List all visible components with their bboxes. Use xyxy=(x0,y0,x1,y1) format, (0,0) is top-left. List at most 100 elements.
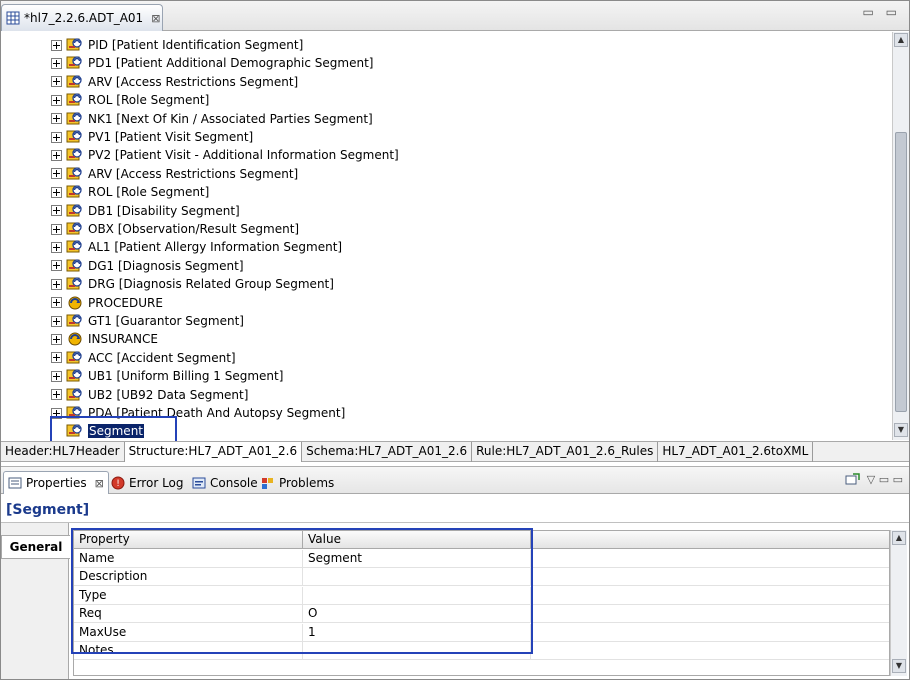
segment-icon xyxy=(66,56,82,69)
expand-plus-icon[interactable] xyxy=(51,131,62,143)
tree-item-label: ARV [Access Restrictions Segment] xyxy=(88,74,299,89)
tree-item-label: ACC [Accident Segment] xyxy=(88,350,236,365)
close-icon[interactable]: ⊠ xyxy=(95,477,104,490)
tree-item[interactable]: INSURANCE xyxy=(51,330,158,348)
tree-item[interactable]: PV1 [Patient Visit Segment] xyxy=(51,128,253,146)
tree-item-label: GT1 [Guarantor Segment] xyxy=(88,314,244,328)
tree-item[interactable]: ARV [Access Restrictions Segment] xyxy=(51,165,298,183)
properties-scrollbar[interactable]: ▲ ▼ xyxy=(890,530,907,676)
expand-plus-icon[interactable] xyxy=(51,113,62,125)
error-log-icon: ! xyxy=(111,476,125,489)
tab-general[interactable]: General xyxy=(1,535,70,559)
pin-icon[interactable] xyxy=(845,472,861,486)
properties-side-tabs: General xyxy=(1,523,70,679)
expand-plus-icon[interactable] xyxy=(51,149,62,161)
group-icon xyxy=(68,332,82,346)
view-tab-bar: Properties ⊠ ! Error Log Console Problem… xyxy=(1,466,909,494)
editor-tab-bar: *hl7_2.2.6.ADT_A01 ⊠ ▭ ▭ xyxy=(1,1,909,31)
tree-item[interactable]: ARV [Access Restrictions Segment] xyxy=(51,73,298,91)
close-icon[interactable]: ⊠ xyxy=(151,12,160,25)
expand-plus-icon[interactable] xyxy=(51,315,62,327)
tree-item-label: NK1 [Next Of Kin / Associated Parties Se… xyxy=(88,111,373,126)
tree-item-label: ROL [Role Segment] xyxy=(88,185,210,200)
expand-plus-icon[interactable] xyxy=(51,39,62,51)
tab-properties-label: Properties xyxy=(26,476,87,490)
tree-item-label: DG1 [Diagnosis Segment] xyxy=(88,258,244,273)
tab-properties[interactable]: Properties ⊠ xyxy=(3,471,109,494)
tree-item-label: ROL [Role Segment] xyxy=(88,93,210,108)
tree-item-label: PV1 [Patient Visit Segment] xyxy=(88,130,254,144)
page-tab[interactable]: Schema:HL7_ADT_A01_2.6 xyxy=(302,442,473,462)
view-controls: ▽ ▭ ▭ xyxy=(845,472,903,486)
tree-item-label: OBX [Observation/Result Segment] xyxy=(88,222,300,236)
tree-item[interactable]: PV2 [Patient Visit - Additional Informat… xyxy=(51,146,399,164)
expand-plus-icon[interactable] xyxy=(51,241,62,253)
expand-plus-icon[interactable] xyxy=(51,352,62,364)
expand-plus-icon[interactable] xyxy=(51,333,62,345)
tree-item[interactable]: DG1 [Diagnosis Segment] xyxy=(51,257,244,275)
page-tab[interactable]: Structure:HL7_ADT_A01_2.6 xyxy=(124,442,303,462)
expand-plus-icon[interactable] xyxy=(51,389,62,401)
expand-plus-icon[interactable] xyxy=(51,94,62,106)
tree-item[interactable]: DB1 [Disability Segment] xyxy=(51,202,240,220)
expand-plus-icon[interactable] xyxy=(51,278,62,290)
divider xyxy=(1,522,909,523)
segment-icon xyxy=(66,277,82,290)
segment-icon xyxy=(66,222,82,235)
tree-item-label: PV2 [Patient Visit - Additional Informat… xyxy=(88,148,399,163)
window-controls[interactable]: ▭ ▭ xyxy=(863,5,902,19)
tree-scrollbar[interactable]: ▲ ▼ xyxy=(892,32,909,440)
tree-item[interactable]: UB2 [UB92 Data Segment] xyxy=(51,386,248,404)
tree-item[interactable]: OBX [Observation/Result Segment] xyxy=(51,220,299,238)
tree-item[interactable]: PD1 [Patient Additional Demographic Segm… xyxy=(51,54,373,72)
tab-console[interactable]: Console xyxy=(188,471,262,494)
expand-plus-icon[interactable] xyxy=(51,370,62,382)
tree-item[interactable]: NK1 [Next Of Kin / Associated Parties Se… xyxy=(51,110,373,128)
tree-item[interactable]: DRG [Diagnosis Related Group Segment] xyxy=(51,275,334,293)
svg-text:!: ! xyxy=(116,479,120,489)
expand-plus-icon[interactable] xyxy=(51,205,62,217)
editor-tab[interactable]: *hl7_2.2.6.ADT_A01 ⊠ xyxy=(1,4,163,31)
tree-item[interactable]: ROL [Role Segment] xyxy=(51,91,209,109)
scroll-up-arrow-icon[interactable]: ▲ xyxy=(892,531,906,545)
expand-plus-icon[interactable] xyxy=(51,260,62,272)
tree-item-label: UB2 [UB92 Data Segment] xyxy=(88,387,249,402)
scroll-up-arrow-icon[interactable]: ▲ xyxy=(894,33,908,47)
structure-tree: PID [Patient Identification Segment] PD1 … xyxy=(1,32,892,440)
expand-plus-icon[interactable] xyxy=(51,57,62,69)
expand-plus-icon[interactable] xyxy=(51,76,62,88)
segment-icon xyxy=(66,75,82,88)
tab-problems[interactable]: Problems xyxy=(257,471,338,494)
expand-plus-icon[interactable] xyxy=(51,223,62,235)
segment-icon xyxy=(66,167,82,180)
page-tab[interactable]: HL7_ADT_A01_2.6toXML xyxy=(658,442,814,462)
page-tab[interactable]: Header:HL7Header xyxy=(1,442,125,462)
segment-icon xyxy=(66,351,82,364)
tree-item-label: PID [Patient Identification Segment] xyxy=(88,38,304,52)
tree-item-label: UB1 [Uniform Billing 1 Segment] xyxy=(88,369,284,384)
tree-item[interactable]: ACC [Accident Segment] xyxy=(51,349,236,367)
tree-item[interactable]: AL1 [Patient Allergy Information Segment… xyxy=(51,238,342,256)
segment-icon xyxy=(66,259,82,272)
view-menu-controls[interactable]: ▽ ▭ ▭ xyxy=(867,473,903,486)
expand-plus-icon[interactable] xyxy=(51,297,62,309)
tab-error-log[interactable]: ! Error Log xyxy=(107,471,188,494)
tree-item-label: DRG [Diagnosis Related Group Segment] xyxy=(88,277,334,292)
tree-item-label: ARV [Access Restrictions Segment] xyxy=(88,166,299,181)
tree-item[interactable]: PROCEDURE xyxy=(51,294,163,312)
expand-plus-icon[interactable] xyxy=(51,168,62,180)
scroll-down-arrow-icon[interactable]: ▼ xyxy=(892,659,906,673)
page-tab[interactable]: Rule:HL7_ADT_A01_2.6_Rules xyxy=(472,442,659,462)
tab-error-log-label: Error Log xyxy=(129,475,184,490)
tree-item[interactable]: GT1 [Guarantor Segment] xyxy=(51,312,244,330)
scroll-thumb[interactable] xyxy=(895,132,907,412)
tree-item[interactable]: PID [Patient Identification Segment] xyxy=(51,36,303,54)
scroll-down-arrow-icon[interactable]: ▼ xyxy=(894,423,908,437)
expand-plus-icon[interactable] xyxy=(51,186,62,198)
problems-icon xyxy=(262,477,273,489)
tree-item[interactable]: UB1 [Uniform Billing 1 Segment] xyxy=(51,367,283,385)
tree-item[interactable]: ROL [Role Segment] xyxy=(51,183,209,201)
tree-item-label: PROCEDURE xyxy=(88,295,163,310)
tree-item-label: PD1 [Patient Additional Demographic Segm… xyxy=(88,56,374,71)
properties-highlight xyxy=(71,528,533,654)
